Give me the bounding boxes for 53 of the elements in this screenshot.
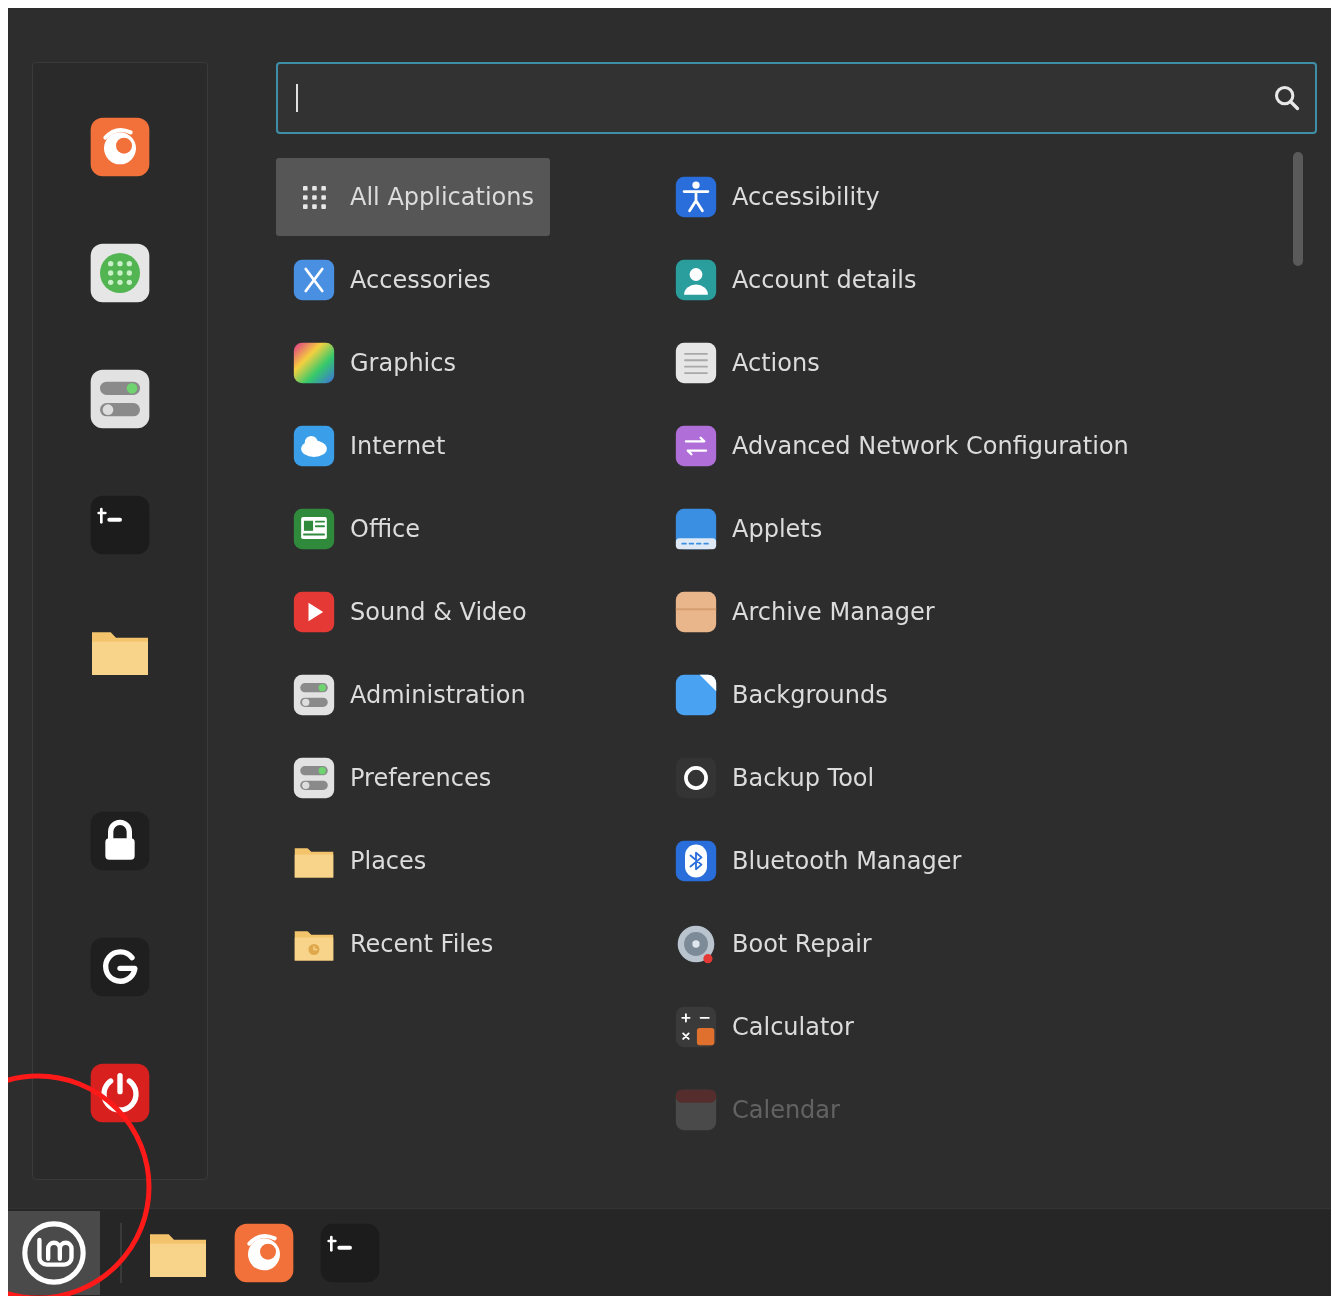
application-item[interactable]: Bluetooth Manager (668, 822, 978, 900)
image-icon (674, 673, 718, 717)
search-field[interactable] (276, 62, 1317, 134)
arrows-icon (674, 424, 718, 468)
category-item[interactable]: Internet (276, 407, 462, 485)
application-item[interactable]: Backgrounds (668, 656, 904, 734)
application-item[interactable]: Calculator (668, 988, 870, 1066)
mint-logo-icon (19, 1218, 89, 1288)
accessibility-icon (674, 175, 718, 219)
terminal-icon[interactable] (88, 493, 152, 557)
category-item[interactable]: All Applications (276, 158, 550, 236)
scissors-icon (292, 258, 336, 302)
lock-icon[interactable] (88, 809, 152, 873)
application-item[interactable]: Archive Manager (668, 573, 951, 651)
list-icon (674, 341, 718, 385)
category-item[interactable]: Places (276, 822, 443, 900)
document-icon (292, 507, 336, 551)
category-item[interactable]: Accessories (276, 241, 507, 319)
category-item[interactable]: Graphics (276, 324, 472, 402)
box-icon (674, 590, 718, 634)
fox-logo-icon[interactable] (232, 1221, 296, 1285)
category-item[interactable]: Recent Files (276, 905, 510, 983)
color-gradient-icon (292, 341, 336, 385)
category-item[interactable]: Preferences (276, 739, 508, 817)
fox-logo-icon[interactable] (88, 115, 152, 179)
toggle-switches-icon[interactable] (88, 367, 152, 431)
cloud-icon (292, 424, 336, 468)
play-icon (292, 590, 336, 634)
terminal-icon[interactable] (318, 1221, 382, 1285)
scrollbar[interactable] (1293, 152, 1303, 266)
calculator-icon (674, 1005, 718, 1049)
ring-icon (674, 756, 718, 800)
bluetooth-icon (674, 839, 718, 883)
application-item[interactable]: Boot Repair (668, 905, 888, 983)
toggle-switches-icon (292, 673, 336, 717)
application-item[interactable]: Actions (668, 324, 836, 402)
logout-icon[interactable] (88, 935, 152, 999)
application-item[interactable]: Backup Tool (668, 739, 891, 817)
search-icon (1273, 84, 1301, 112)
panel-icon (674, 507, 718, 551)
calendar-icon (674, 1088, 718, 1132)
user-icon (674, 258, 718, 302)
application-item[interactable]: Account details (668, 241, 933, 319)
power-icon[interactable] (88, 1061, 152, 1125)
application-item[interactable]: Applets (668, 490, 839, 568)
toggle-switches-icon (292, 756, 336, 800)
application-item[interactable]: Accessibility (668, 158, 896, 236)
menu-button[interactable] (8, 1211, 100, 1295)
application-item[interactable]: Advanced Network Configuration (668, 407, 1145, 485)
category-item[interactable]: Office (276, 490, 437, 568)
category-item[interactable]: Administration (276, 656, 542, 734)
category-item[interactable]: Sound & Video (276, 573, 543, 651)
app-grid-icon[interactable] (88, 241, 152, 305)
